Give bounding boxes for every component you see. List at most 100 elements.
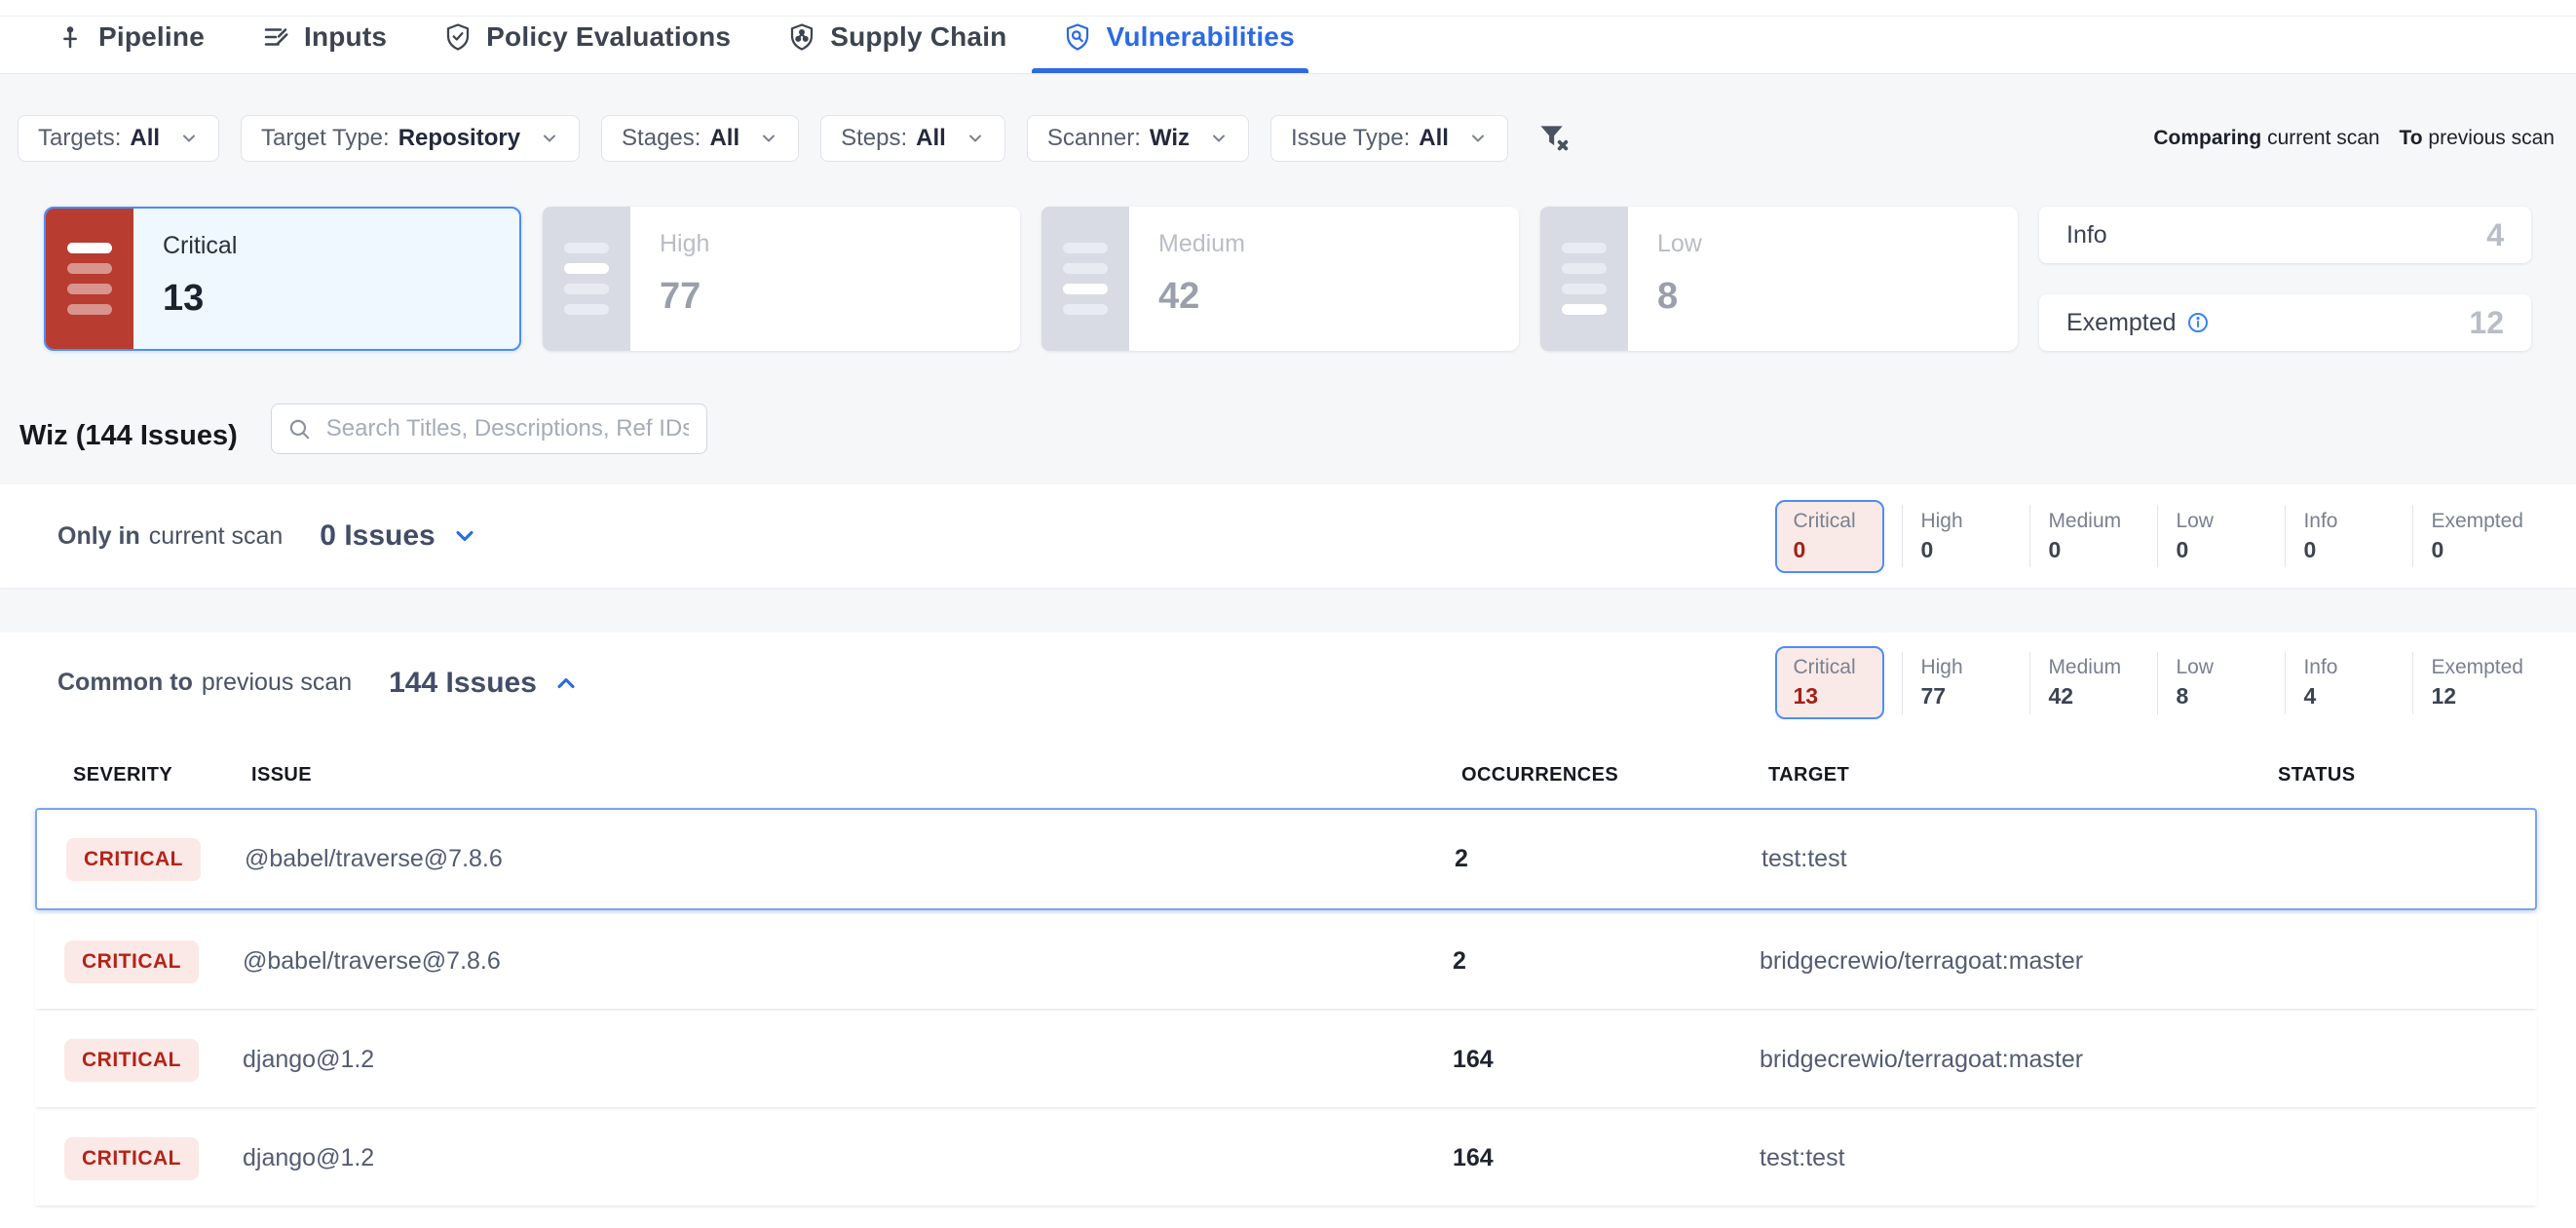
group-issue-count: 144 Issues (389, 667, 537, 700)
column-header-target: TARGET (1768, 764, 2278, 787)
severity-card-label: Critical (163, 232, 519, 260)
occurrences-cell: 164 (1453, 1144, 1760, 1172)
issue-cell[interactable]: @babel/traverse@7.8.6 (245, 845, 1455, 873)
filter-value: All (1419, 125, 1449, 152)
target-cell: test:test (1762, 845, 2271, 873)
severity-card-value: 13 (163, 278, 519, 320)
supply-chain-icon (787, 22, 816, 52)
filter-steps[interactable]: Steps: All (820, 115, 1005, 162)
severity-bars-icon (1042, 207, 1129, 351)
severity-card-exempted[interactable]: Exempted 12 (2039, 294, 2531, 351)
table-row[interactable]: CRITICAL django@1.2 164 test:test (35, 1111, 2537, 1206)
group-prefix: Common to (57, 669, 193, 697)
chip-value: 0 (1793, 537, 1867, 563)
chevron-down-icon (1209, 129, 1229, 148)
tab-label: Policy Evaluations (486, 21, 731, 53)
severity-badge: CRITICAL (64, 940, 199, 983)
tab-pipeline[interactable]: Pipeline (56, 0, 205, 73)
common-to-previous-scan-section: Common to previous scan 144 Issues Criti… (0, 633, 2576, 1228)
chip-low[interactable]: Low 8 (2158, 648, 2267, 717)
chip-high[interactable]: High 77 (1903, 648, 2012, 717)
issue-cell[interactable]: django@1.2 (243, 1046, 1453, 1074)
table-row[interactable]: CRITICAL @babel/traverse@7.8.6 2 bridgec… (35, 914, 2537, 1009)
filter-issue-type[interactable]: Issue Type: All (1270, 115, 1508, 162)
chip-value: 0 (1920, 537, 2012, 563)
comparing-current: current scan (2267, 127, 2380, 149)
tab-label: Pipeline (98, 21, 205, 53)
filter-targets[interactable]: Targets: All (18, 115, 219, 162)
chip-value: 0 (2303, 537, 2395, 563)
chip-value: 13 (1793, 683, 1867, 710)
column-header-issue: ISSUE (251, 764, 1461, 787)
issues-table: CRITICAL @babel/traverse@7.8.6 2 test:te… (35, 808, 2537, 1206)
chip-label: Exempted (2431, 510, 2523, 533)
pipeline-icon (56, 22, 85, 52)
chip-label: Critical (1793, 510, 1867, 533)
group-issue-count: 0 Issues (320, 519, 435, 553)
severity-chips: Critical 13 High 77 Medium 42 Low 8 (1775, 646, 2523, 719)
filter-x-icon[interactable] (1535, 120, 1572, 157)
filter-value: Repository (398, 125, 520, 152)
search-icon (286, 416, 312, 441)
issue-cell[interactable]: django@1.2 (243, 1144, 1453, 1172)
chip-critical[interactable]: Critical 0 (1775, 500, 1884, 573)
tab-label: Vulnerabilities (1106, 21, 1294, 53)
table-header-row: SEVERITY ISSUE OCCURRENCES TARGET STATUS (44, 764, 2523, 787)
chip-medium[interactable]: Medium 0 (2030, 502, 2140, 571)
severity-bars-icon (46, 209, 133, 349)
severity-cards-row: Critical 13 High 77 Medium 42 Low 8 (44, 207, 2531, 351)
group-header[interactable]: Only in current scan 0 Issues (57, 519, 478, 553)
filter-target-type[interactable]: Target Type: Repository (241, 115, 580, 162)
severity-badge: CRITICAL (66, 838, 201, 881)
filter-label: Targets: (38, 125, 121, 152)
group-scope: current scan (149, 522, 284, 551)
chip-value: 42 (2048, 683, 2140, 710)
chip-info[interactable]: Info 4 (2286, 648, 2395, 717)
chevron-down-icon[interactable] (451, 522, 478, 550)
chip-medium[interactable]: Medium 42 (2030, 648, 2140, 717)
tab-inputs[interactable]: Inputs (261, 0, 387, 73)
table-row[interactable]: CRITICAL @babel/traverse@7.8.6 2 test:te… (35, 808, 2537, 910)
policy-evaluations-icon (443, 22, 473, 52)
chevron-up-icon[interactable] (552, 670, 580, 697)
info-icon[interactable] (2186, 311, 2210, 334)
tab-label: Inputs (304, 21, 387, 53)
severity-bars-icon (543, 207, 630, 351)
filter-scanner[interactable]: Scanner: Wiz (1027, 115, 1249, 162)
chip-value: 77 (1920, 683, 2012, 710)
severity-card-medium[interactable]: Medium 42 (1042, 207, 1519, 351)
tab-supply-chain[interactable]: Supply Chain (787, 0, 1006, 73)
vulnerabilities-icon (1063, 22, 1092, 52)
chip-value: 0 (2048, 537, 2140, 563)
tab-vulnerabilities[interactable]: Vulnerabilities (1063, 0, 1294, 73)
issue-cell[interactable]: @babel/traverse@7.8.6 (243, 947, 1453, 976)
group-prefix: Only in (57, 522, 140, 551)
severity-badge: CRITICAL (64, 1039, 199, 1082)
severity-card-critical[interactable]: Critical 13 (44, 207, 521, 351)
severity-card-label: Medium (1158, 230, 1519, 258)
table-row[interactable]: CRITICAL django@1.2 164 bridgecrewio/ter… (35, 1013, 2537, 1107)
chip-exempted[interactable]: Exempted 12 (2413, 648, 2523, 717)
severity-card-low[interactable]: Low 8 (1540, 207, 2018, 351)
comparing-scan-text: Comparing current scan To previous scan (2153, 127, 2560, 150)
group-header[interactable]: Common to previous scan 144 Issues (57, 667, 580, 700)
search-input[interactable] (271, 403, 707, 454)
filter-value: All (130, 125, 160, 152)
chip-exempted[interactable]: Exempted 0 (2413, 502, 2523, 571)
severity-card-high[interactable]: High 77 (543, 207, 1020, 351)
chip-critical[interactable]: Critical 13 (1775, 646, 1884, 719)
severity-card-info[interactable]: Info 4 (2039, 207, 2531, 263)
chevron-down-icon (1468, 129, 1488, 148)
filter-value: All (709, 125, 739, 152)
filter-stages[interactable]: Stages: All (601, 115, 799, 162)
side-card-value: 12 (2469, 305, 2504, 341)
chip-low[interactable]: Low 0 (2158, 502, 2267, 571)
filter-value: Wiz (1150, 125, 1190, 152)
severity-card-label: Low (1657, 230, 2018, 258)
scanner-title: Wiz (144 Issues) (19, 420, 238, 452)
filter-label: Issue Type: (1291, 125, 1410, 152)
chip-info[interactable]: Info 0 (2286, 502, 2395, 571)
chip-high[interactable]: High 0 (1903, 502, 2012, 571)
filter-label: Steps: (841, 125, 907, 152)
tab-policy-evaluations[interactable]: Policy Evaluations (443, 0, 731, 73)
